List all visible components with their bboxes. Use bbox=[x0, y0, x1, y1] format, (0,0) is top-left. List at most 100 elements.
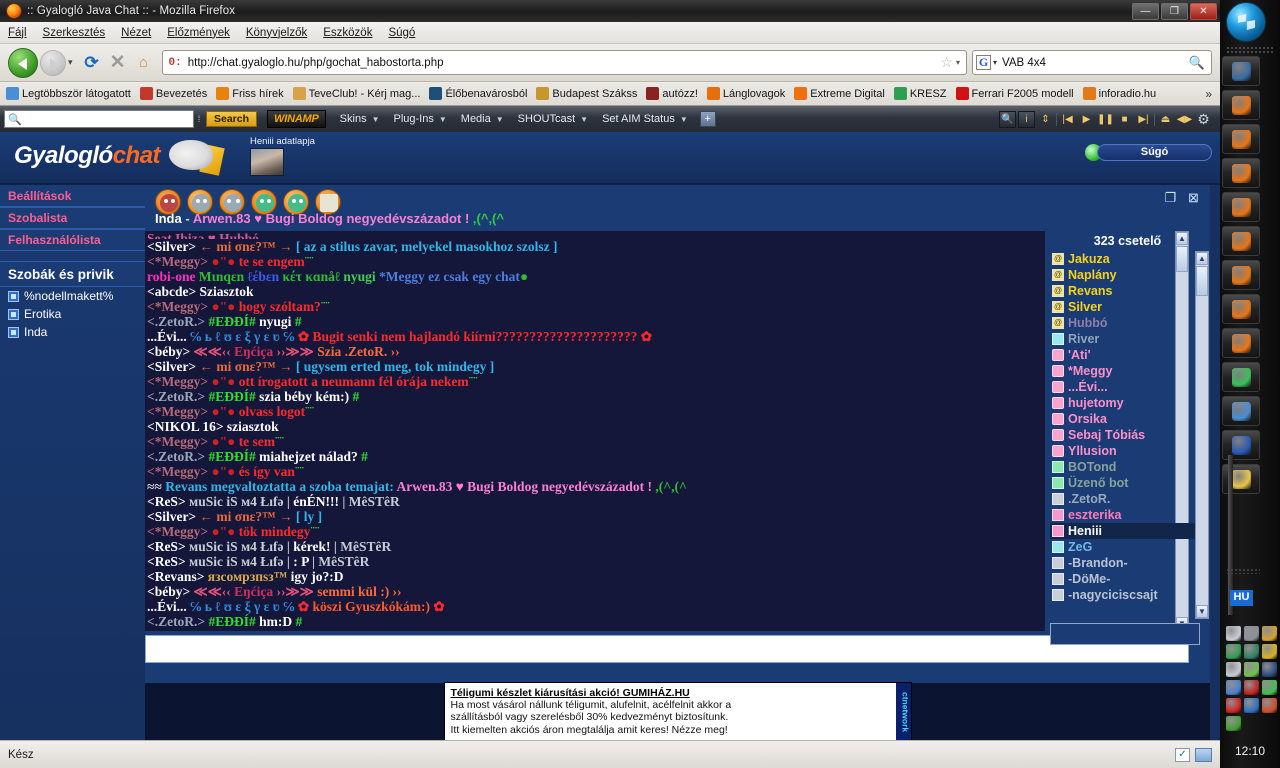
winamp-add-button[interactable]: + bbox=[699, 111, 716, 127]
profile-card[interactable]: Heniii adatlapja bbox=[250, 136, 315, 176]
sidebar-item-userlist[interactable]: Felhasználólista bbox=[0, 229, 145, 251]
window-controls[interactable]: — ❐ ✕ bbox=[1132, 3, 1217, 20]
help-button-group[interactable]: Súgó bbox=[1085, 144, 1212, 161]
url-dropdown-icon[interactable]: ▾ bbox=[956, 58, 960, 67]
user-list-item[interactable]: hujetomy bbox=[1050, 395, 1202, 411]
monitor-tray-icon[interactable] bbox=[1226, 680, 1241, 695]
user-list-item[interactable]: BOTond bbox=[1050, 459, 1202, 475]
menu-tools[interactable]: Eszközök bbox=[323, 27, 372, 39]
headset-tray-icon[interactable] bbox=[1244, 644, 1259, 659]
bookmarks-overflow-icon[interactable]: » bbox=[1205, 87, 1214, 101]
paint-item[interactable] bbox=[1222, 362, 1260, 392]
private-message-input[interactable] bbox=[1050, 623, 1200, 645]
shield-tray-icon[interactable] bbox=[1244, 680, 1259, 695]
bookmark-star-icon[interactable]: ☆ bbox=[940, 54, 953, 71]
prev-icon[interactable]: |◀ bbox=[1059, 111, 1076, 128]
bookmark-item[interactable]: TeveClub! - Kérj mag... bbox=[292, 87, 420, 100]
colors-tray-icon[interactable] bbox=[1262, 644, 1277, 659]
firefox-item[interactable] bbox=[1222, 158, 1260, 188]
user-list-item[interactable]: River bbox=[1050, 331, 1202, 347]
bookmark-item[interactable]: Legtöbbször látogatott bbox=[6, 87, 131, 100]
toolbar-grip[interactable]: ⁞ bbox=[194, 114, 204, 124]
url-bar[interactable]: 0: http://chat.gyaloglo.hu/php/gochat_ha… bbox=[161, 50, 967, 75]
flash-tray-icon[interactable] bbox=[1226, 716, 1241, 731]
speaker-tray-icon[interactable] bbox=[1244, 626, 1259, 641]
user-list-scrollbar[interactable]: ▲ ▼ bbox=[1195, 251, 1209, 619]
menu-file[interactable]: Fájl bbox=[8, 27, 27, 39]
bookmark-item[interactable]: Bevezetés bbox=[139, 87, 207, 100]
sidebar-room-item[interactable]: %nodellmakett% bbox=[0, 287, 145, 305]
firefox-item[interactable] bbox=[1222, 90, 1260, 120]
stop-icon[interactable]: ✕ bbox=[105, 50, 131, 76]
network-tray-icon[interactable] bbox=[1262, 662, 1277, 677]
firefox-item[interactable] bbox=[1222, 124, 1260, 154]
firefox-item[interactable] bbox=[1222, 192, 1260, 222]
user-list-item[interactable]: Orsika bbox=[1050, 411, 1202, 427]
firefox-item[interactable] bbox=[1222, 226, 1260, 256]
java-tray-icon[interactable] bbox=[1262, 626, 1277, 641]
volume-icon[interactable]: ◀▶ bbox=[1176, 111, 1193, 128]
user-list-item[interactable]: Sebaj Tóbiás bbox=[1050, 427, 1202, 443]
globe-tray-icon[interactable] bbox=[1244, 698, 1259, 713]
disc-tray-icon[interactable] bbox=[1226, 662, 1241, 677]
user-list-item[interactable]: eszterika bbox=[1050, 507, 1202, 523]
updown-icon[interactable]: ⇕ bbox=[1037, 111, 1054, 128]
winamp-menu-aimstatus[interactable]: Set AIM Status ▼ bbox=[602, 113, 688, 125]
picture-item[interactable] bbox=[1222, 396, 1260, 426]
user-list-item[interactable]: *Meggy bbox=[1050, 363, 1202, 379]
message-input[interactable] bbox=[145, 635, 1189, 663]
globe-icon[interactable] bbox=[1195, 747, 1212, 762]
winamp-search-button[interactable]: Search bbox=[206, 111, 258, 127]
forward-button[interactable] bbox=[40, 49, 66, 76]
ad-headline[interactable]: Téligumi készlet kiárusítási akció! GUMI… bbox=[451, 687, 890, 699]
info-icon[interactable]: i bbox=[1018, 110, 1035, 128]
restore-icon[interactable]: ❐ bbox=[1162, 191, 1179, 206]
tray-grip[interactable] bbox=[1226, 568, 1260, 574]
user-list-item[interactable]: @ Hubbó bbox=[1050, 315, 1202, 331]
window-item[interactable] bbox=[1222, 56, 1260, 86]
winamp-menu-plugins[interactable]: Plug-Ins ▼ bbox=[394, 113, 447, 125]
google-engine-icon[interactable]: G bbox=[976, 55, 991, 70]
menu-edit[interactable]: Szerkesztés bbox=[43, 27, 106, 39]
user-list-item[interactable]: -Brandon- bbox=[1050, 555, 1202, 571]
scrollbar-thumb[interactable] bbox=[1196, 266, 1208, 296]
advertisement-banner[interactable]: Téligumi készlet kiárusítási akció! GUMI… bbox=[443, 681, 912, 742]
bookmark-item[interactable]: KRESZ bbox=[893, 87, 947, 100]
bookmark-item[interactable]: Ferrari F2005 modell bbox=[955, 87, 1074, 100]
menu-view[interactable]: Nézet bbox=[121, 27, 151, 39]
close-button[interactable]: ✕ bbox=[1190, 3, 1217, 20]
user-list-item[interactable]: @ Jakuza bbox=[1050, 251, 1202, 267]
sidebar-item-roomlist[interactable]: Szobalista bbox=[0, 207, 145, 229]
search-go-icon[interactable]: 🔍 bbox=[1189, 55, 1205, 71]
user-list-item[interactable]: @ Naplány bbox=[1050, 267, 1202, 283]
language-indicator[interactable]: HU bbox=[1230, 590, 1253, 606]
home-icon[interactable]: ⌂ bbox=[131, 50, 157, 76]
back-button[interactable] bbox=[8, 47, 38, 78]
checkmark-icon[interactable]: ✓ bbox=[1175, 747, 1190, 762]
user-list-item[interactable]: ZeG bbox=[1050, 539, 1202, 555]
sidebar-item-settings[interactable]: Beállítások bbox=[0, 185, 145, 207]
search-icon[interactable]: 🔍 bbox=[999, 110, 1016, 128]
eject-icon[interactable]: ⏏ bbox=[1157, 111, 1174, 128]
engine-dropdown-icon[interactable]: ▾ bbox=[993, 58, 997, 67]
firefox-item[interactable] bbox=[1222, 328, 1260, 358]
user-list-item[interactable]: -DöMe- bbox=[1050, 571, 1202, 587]
history-dropdown-icon[interactable]: ▾ bbox=[68, 57, 73, 68]
maximize-button[interactable]: ❐ bbox=[1161, 3, 1188, 20]
bookmark-item[interactable]: Budapest Szákss bbox=[536, 87, 637, 100]
scroll-up-icon[interactable]: ▲ bbox=[1196, 252, 1208, 265]
printer-tray-icon[interactable] bbox=[1226, 626, 1241, 641]
user-list[interactable]: @ Jakuza @ Naplány @ Revans @ Silver @ Hubbó River… bbox=[1050, 251, 1202, 619]
user-list-item[interactable]: 'Ati' bbox=[1050, 347, 1202, 363]
user-list-item[interactable]: @ Silver bbox=[1050, 299, 1202, 315]
menu-bookmarks[interactable]: Könyvjelzők bbox=[246, 27, 307, 39]
sidebar-room-item[interactable]: Inda bbox=[0, 323, 145, 341]
power-tray-icon[interactable] bbox=[1226, 644, 1241, 659]
user-list-item[interactable]: Üzenő bot bbox=[1050, 475, 1202, 491]
user-list-item[interactable]: @ Revans bbox=[1050, 283, 1202, 299]
taskbar-grip[interactable] bbox=[1226, 46, 1274, 53]
user-list-item[interactable]: -nagyciciscsajt bbox=[1050, 587, 1202, 603]
winamp-menu-shoutcast[interactable]: SHOUTcast ▼ bbox=[518, 113, 588, 125]
pause-icon[interactable]: ❚❚ bbox=[1097, 111, 1114, 128]
user-list-item[interactable]: Yllusion bbox=[1050, 443, 1202, 459]
